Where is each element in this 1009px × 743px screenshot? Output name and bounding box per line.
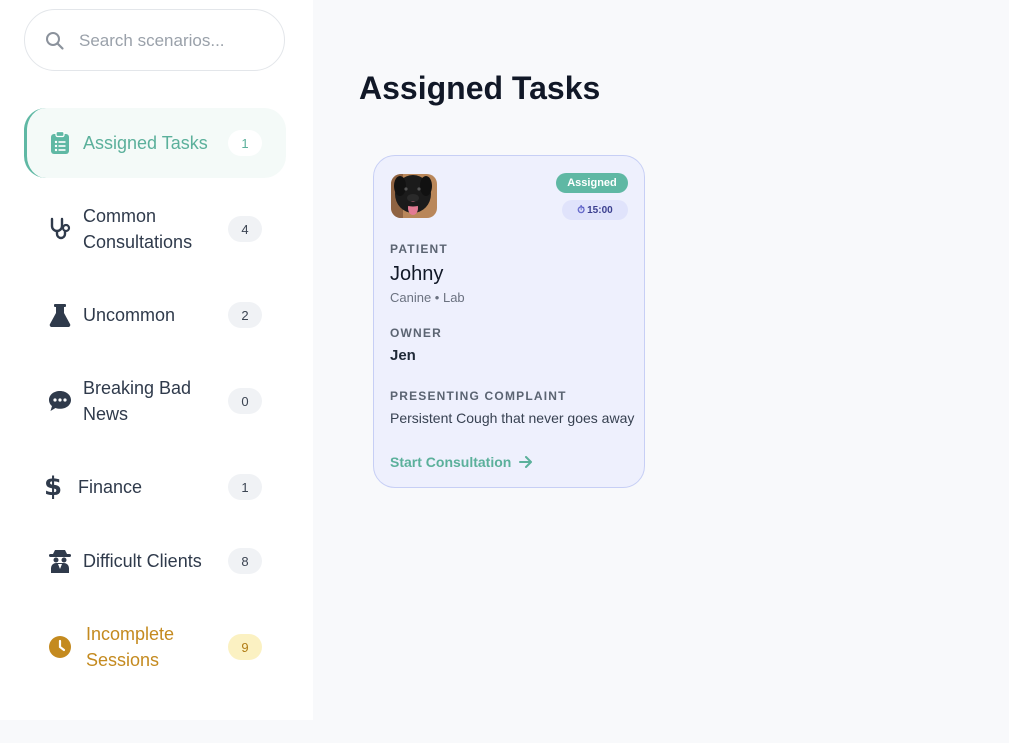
start-consultation-link[interactable]: Start Consultation: [390, 454, 533, 470]
clipboard-icon: [48, 131, 72, 155]
count-badge: 2: [228, 302, 262, 328]
start-consultation-label: Start Consultation: [390, 454, 512, 470]
sidebar-item-assigned-tasks[interactable]: Assigned Tasks 1: [24, 108, 286, 178]
search-input[interactable]: [77, 24, 271, 58]
page-title: Assigned Tasks: [359, 70, 601, 106]
patient-species-breed: Canine • Lab: [390, 290, 465, 305]
timer-icon: ⏱: [577, 204, 586, 216]
stethoscope-icon: [48, 217, 72, 241]
status-badge: Assigned: [556, 173, 628, 193]
sidebar-item-incomplete-sessions[interactable]: Incomplete Sessions 9: [24, 612, 286, 682]
owner-label: OWNER: [390, 326, 442, 340]
flask-icon: [48, 303, 72, 327]
count-badge: 9: [228, 634, 262, 660]
sidebar-item-breaking-bad-news[interactable]: Breaking Bad News 0: [24, 366, 286, 436]
owner-name: Jen: [390, 347, 416, 364]
spy-icon: [48, 549, 72, 573]
presenting-complaint: Persistent Cough that never goes away: [390, 410, 635, 426]
dollar-icon: $: [43, 472, 63, 502]
search-box[interactable]: [24, 9, 285, 71]
count-badge: 8: [228, 548, 262, 574]
patient-avatar: [391, 174, 437, 218]
sidebar-item-label: Difficult Clients: [83, 551, 202, 571]
clock-icon: [48, 635, 72, 659]
complaint-label: PRESENTING COMPLAINT: [390, 389, 567, 403]
count-badge: 1: [228, 474, 262, 500]
arrow-right-icon: [519, 456, 533, 468]
search-icon: [46, 32, 64, 50]
count-badge: 1: [228, 130, 262, 156]
sidebar-item-label: Uncommon: [83, 305, 176, 325]
sidebar-item-label: Breaking Bad News: [83, 378, 192, 424]
task-card[interactable]: Assigned ⏱ 15:00 PATIENT Johny Canine • …: [373, 155, 645, 488]
sidebar-item-common-consultations[interactable]: Common Consultations 4: [24, 194, 286, 264]
patient-name: Johny: [390, 263, 444, 285]
time-value: 15:00: [587, 204, 613, 216]
sidebar-item-uncommon[interactable]: Uncommon 2: [24, 280, 286, 350]
sidebar: Assigned Tasks 1 Common Consultations 4 …: [0, 0, 313, 720]
patient-label: PATIENT: [390, 242, 448, 256]
sidebar-item-finance[interactable]: $ Finance 1: [24, 452, 286, 522]
count-badge: 0: [228, 388, 262, 414]
sidebar-item-label: Finance: [78, 477, 143, 497]
chat-bubble-icon: [48, 389, 72, 413]
time-badge: ⏱ 15:00: [562, 200, 628, 220]
count-badge: 4: [228, 216, 262, 242]
sidebar-item-difficult-clients[interactable]: Difficult Clients 8: [24, 526, 286, 596]
sidebar-item-label: Assigned Tasks: [83, 133, 208, 153]
sidebar-item-label: Incomplete Sessions: [86, 624, 175, 670]
sidebar-item-label: Common Consultations: [83, 206, 193, 252]
